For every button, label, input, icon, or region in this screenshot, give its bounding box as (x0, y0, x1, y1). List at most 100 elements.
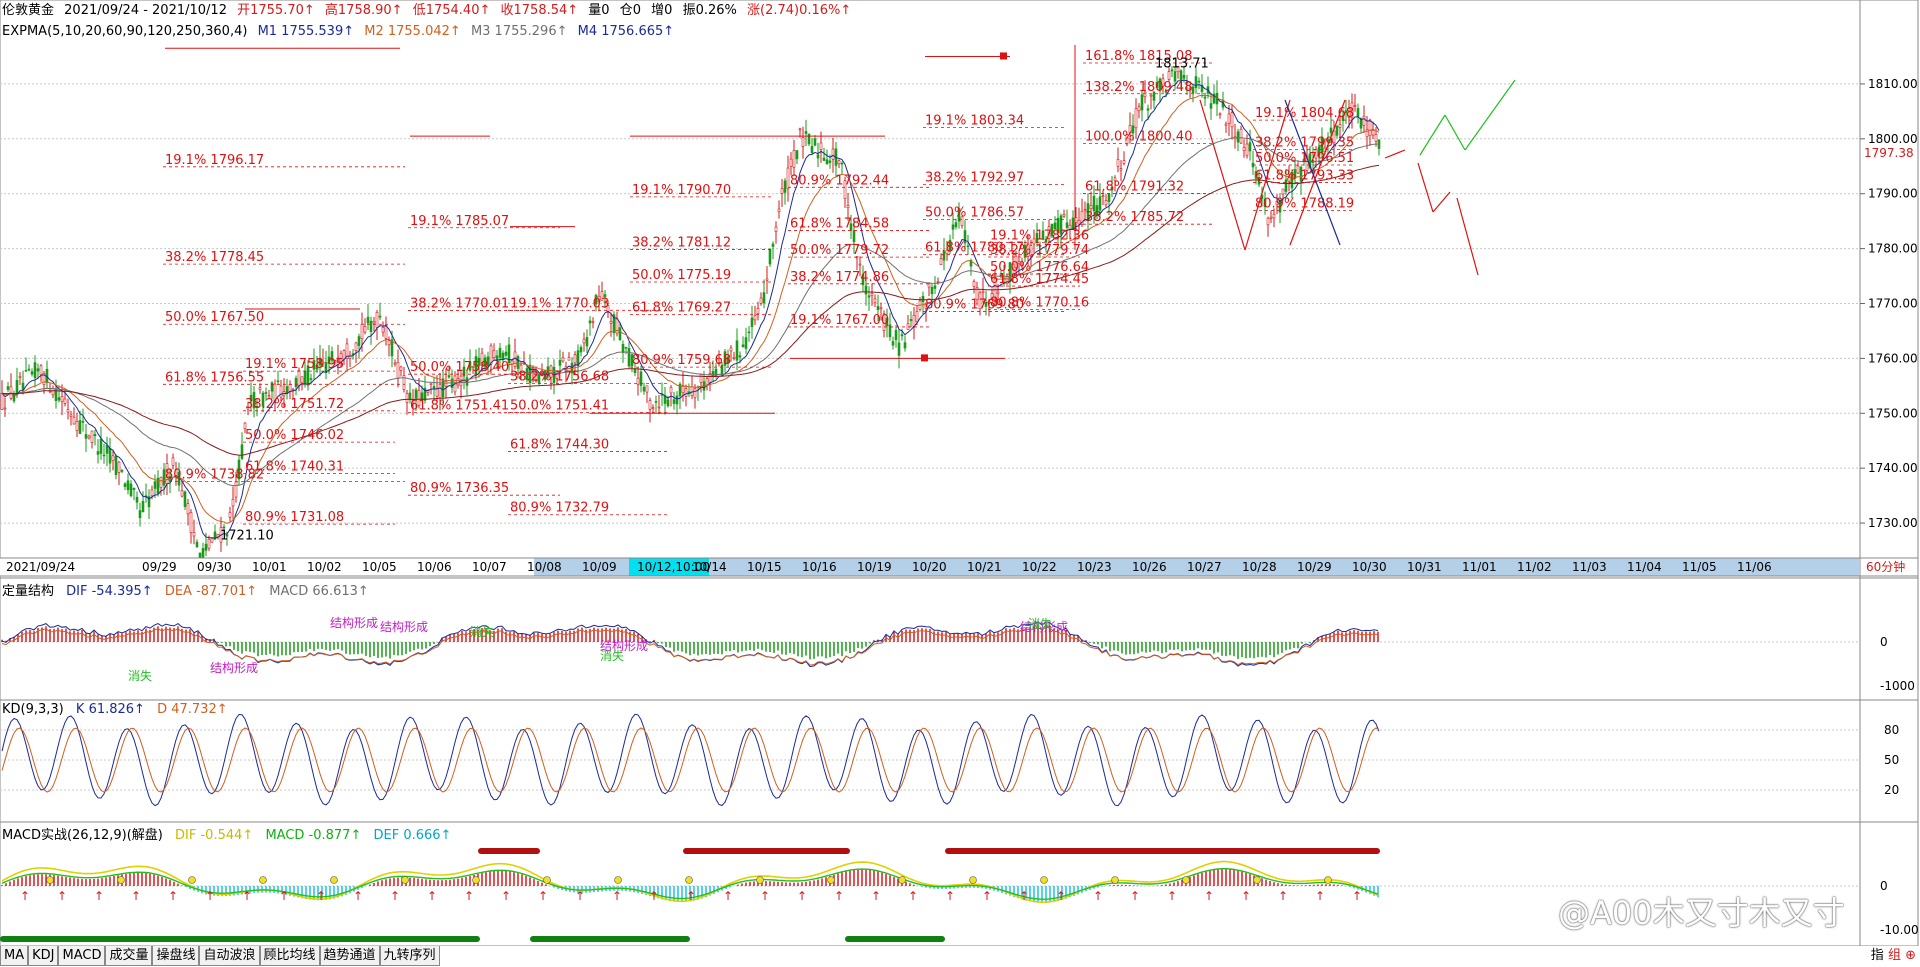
tab-0[interactable]: MA (0, 946, 29, 966)
tab-5[interactable]: 自动波浪 (199, 946, 260, 966)
time-axis-label: 11/04 (1627, 560, 1662, 574)
candle-body (780, 188, 784, 194)
candle-body (816, 154, 820, 159)
right-tools: 指 组 ⊕ (1871, 946, 1916, 966)
tab-2[interactable]: MACD (58, 946, 106, 966)
candle-body (60, 396, 64, 402)
candle-body (1281, 188, 1285, 195)
projection-line (1456, 197, 1479, 276)
price-chart[interactable]: 19.1% 1796.17 38.2% 1778.45 50.0% 1767.50 6… (0, 0, 1920, 946)
candle-body (666, 399, 670, 407)
candle-body (372, 321, 376, 324)
candle-body (18, 375, 22, 378)
candle-body (240, 444, 244, 459)
tab-4[interactable]: 操盘线 (152, 946, 200, 966)
time-axis-label: 10/26 (1132, 560, 1167, 574)
candle-body (750, 317, 754, 327)
structure-annotation: 结构形成 (380, 619, 428, 634)
candle-body (1149, 94, 1153, 97)
signal-dot-icon (898, 876, 906, 884)
candle-body (735, 340, 739, 361)
candle-body (1182, 75, 1186, 79)
candle-body (132, 487, 136, 490)
candle-body (930, 286, 934, 295)
tab-3[interactable]: 成交量 (105, 946, 153, 966)
buy-arrow-icon: ↑ (945, 889, 955, 903)
tab-7[interactable]: 趋势通道 (319, 946, 380, 966)
tab-6[interactable]: 顾比均线 (259, 946, 320, 966)
candle-body (99, 438, 103, 454)
time-axis-label: 10/19 (857, 560, 892, 574)
candle-body (873, 298, 877, 303)
signal-dot-icon (543, 876, 551, 884)
time-axis-label: 10/29 (1297, 560, 1332, 574)
candle-body (912, 315, 916, 327)
candle-body (492, 350, 496, 359)
time-axis-label: 10/31 (1407, 560, 1442, 574)
fib-level-label: 38.2% 1781.12 (632, 235, 731, 250)
candle-body (807, 133, 811, 145)
fib-anchor-marker (921, 354, 928, 362)
fib-level-label: 19.1% 1782.36 (990, 229, 1089, 244)
candle-body (618, 327, 622, 340)
panel-axis-label: 0 (1880, 879, 1888, 893)
indicator-label[interactable]: 指 (1871, 948, 1884, 963)
candle-body (1101, 195, 1105, 198)
candle-body (870, 292, 874, 296)
candle-body (363, 326, 367, 333)
candle-body (936, 281, 940, 283)
buy-arrow-icon: ↑ (205, 889, 215, 903)
tab-1[interactable]: KDJ (28, 946, 59, 966)
candle-body (204, 543, 208, 551)
fib-level-label: 80.9% 1732.79 (510, 501, 609, 516)
candle-body (909, 319, 913, 322)
indicator-tabs: MA KDJ MACD 成交量 操盘线 自动波浪 顾比均线 趋势通道 九转序列 (0, 946, 440, 966)
fib-level-label: 38.2% 1778.45 (165, 250, 264, 265)
candle-body (801, 137, 805, 147)
signal-dot-icon (1111, 876, 1119, 884)
candle-body (498, 347, 502, 358)
price-axis-label: 1770.00 (1868, 296, 1918, 310)
buy-arrow-icon: ↑ (427, 889, 437, 903)
candle-body (900, 334, 904, 337)
candle-body (414, 389, 418, 399)
candle-body (1359, 118, 1363, 129)
time-axis-label: 11/05 (1682, 560, 1717, 574)
kd-name[interactable]: KD(9,3,3) (2, 702, 64, 717)
candle-body (1242, 147, 1246, 151)
candle-body (78, 420, 82, 434)
fib-level-label: 80.8% 1770.16 (990, 296, 1089, 311)
macd-structure-name[interactable]: 定量结构 (2, 584, 54, 599)
tab-8[interactable]: 九转序列 (379, 946, 440, 966)
candle-body (0, 393, 4, 410)
fib-level-label: 38.2% 1779.74 (990, 243, 1089, 258)
candle-body (627, 348, 631, 367)
group-icon[interactable]: 组 (1888, 948, 1901, 963)
time-axis-label: 10/15 (747, 560, 782, 574)
time-axis-label: 10/01 (252, 560, 287, 574)
signal-dot-icon (401, 876, 409, 884)
candle-body (876, 306, 880, 310)
candle-body (6, 386, 10, 390)
candle-body (657, 406, 661, 409)
candle-body (51, 388, 55, 396)
fib-level-label: 80.9% 1759.68 (632, 353, 731, 368)
macd-combat-name[interactable]: MACD实战(26,12,9)(解盘) (2, 828, 163, 843)
candle-body (933, 285, 937, 289)
time-axis-label: 10/23 (1077, 560, 1112, 574)
candle-body (753, 315, 757, 321)
candle-body (291, 388, 295, 391)
candle-body (624, 346, 628, 349)
candle-body (741, 344, 745, 348)
candle-body (150, 489, 154, 497)
chart-window: 伦敦黄金 2021/09/24 - 2021/10/12 开1755.70↑ 高… (0, 0, 1920, 967)
add-icon[interactable]: ⊕ (1905, 948, 1916, 963)
vanish-annotation: 消失 (128, 668, 152, 683)
signal-dot-icon (1253, 876, 1261, 884)
candle-body (819, 142, 823, 150)
panel-axis-label: 0 (1880, 635, 1888, 649)
buy-arrow-icon: ↑ (649, 889, 659, 903)
time-axis-label: 10/21 (967, 560, 1002, 574)
kd-title: KD(9,3,3) K 61.826↑ D 47.732↑ (2, 702, 236, 717)
candle-body (795, 150, 799, 160)
